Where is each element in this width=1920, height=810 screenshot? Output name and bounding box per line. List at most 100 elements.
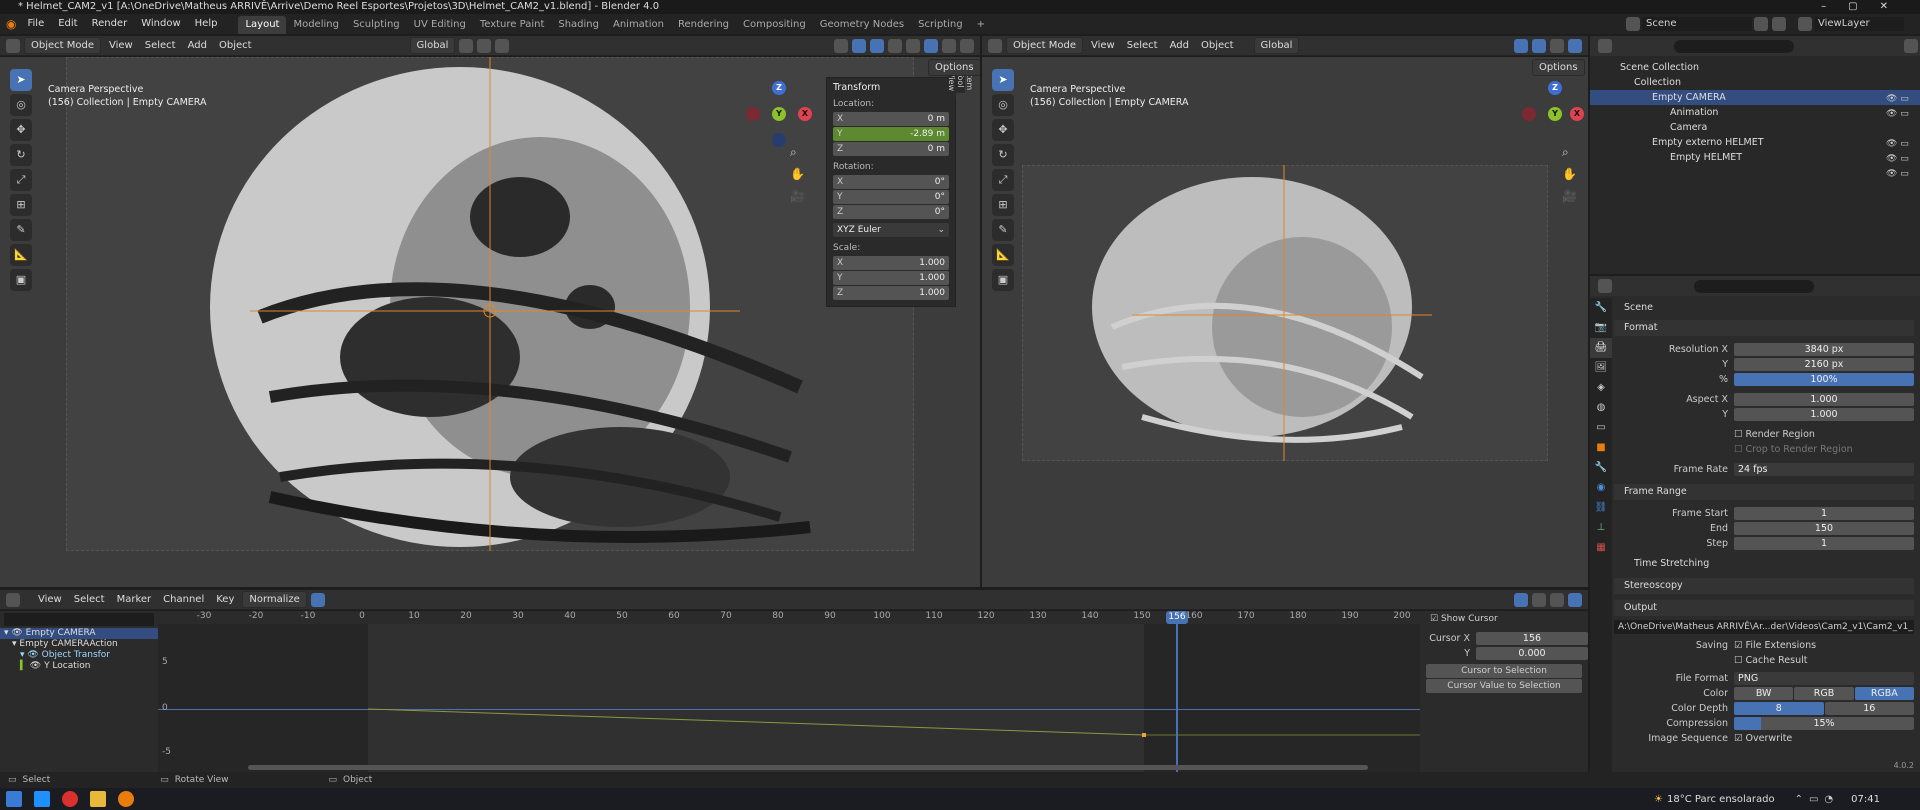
right-transform-tool-icon[interactable]: ⊞ bbox=[992, 194, 1014, 216]
right-gizmo-z-icon[interactable]: Z bbox=[1548, 81, 1562, 95]
output-panel-header[interactable]: Output bbox=[1614, 600, 1914, 616]
current-frame-indicator[interactable]: 156 bbox=[1166, 611, 1188, 624]
playhead-line[interactable] bbox=[1176, 624, 1178, 772]
right-3d-viewport[interactable]: ➤ ◎ ✥ ↻ ⤢ ⊞ ✎ 📐 ▣ Camera Perspective (15… bbox=[982, 57, 1588, 587]
aspect-y-field[interactable]: 1.000 bbox=[1734, 407, 1914, 421]
location-z-field[interactable]: Z0 m bbox=[833, 142, 949, 156]
left-nav-gizmo[interactable]: Z Y X bbox=[746, 81, 812, 147]
aspect-x-field[interactable]: 1.000 bbox=[1734, 392, 1914, 406]
tab-shading[interactable]: Shading bbox=[551, 16, 606, 34]
tab-rendering[interactable]: Rendering bbox=[671, 16, 736, 34]
right-add-cube-tool-icon[interactable]: ▣ bbox=[992, 269, 1014, 291]
output-path-field[interactable]: A:\OneDrive\Matheus ARRIVÊ\Ar...der\Vide… bbox=[1614, 620, 1914, 634]
tray-icons[interactable]: ⌃▭◔ bbox=[1795, 794, 1840, 805]
tab-texture-paint[interactable]: Texture Paint bbox=[473, 16, 552, 34]
physics-tab-icon[interactable]: ◉ bbox=[1590, 478, 1612, 498]
dopesheet-editor-icon[interactable] bbox=[6, 592, 20, 607]
keyframe-point[interactable] bbox=[1142, 733, 1146, 737]
show-hidden-icon[interactable] bbox=[1532, 592, 1546, 607]
eye-icon[interactable]: 👁 ▭ bbox=[1886, 167, 1914, 182]
left-orientation-dropdown[interactable]: Global bbox=[409, 37, 456, 54]
file-explorer-icon[interactable] bbox=[90, 791, 106, 807]
properties-search-input[interactable] bbox=[1694, 279, 1814, 293]
cursor-to-selection-button[interactable]: Cursor to Selection bbox=[1426, 664, 1582, 678]
eye-icon[interactable]: 👁 ▭ bbox=[1886, 152, 1914, 167]
show-cursor-checkbox[interactable]: ☑ Show Cursor bbox=[1420, 611, 1588, 627]
frame-end-field[interactable]: 150 bbox=[1734, 521, 1914, 535]
right-options-button[interactable]: Options bbox=[1532, 59, 1585, 76]
right-editor-type-icon[interactable] bbox=[988, 38, 1002, 53]
graph-area[interactable]: -30 -20 -10 0 10 20 30 40 50 60 70 80 90… bbox=[158, 611, 1420, 772]
left-3d-viewport[interactable]: ➤ ◎ ✥ ↻ ⤢ ⊞ ✎ 📐 ▣ Camera Perspective (15… bbox=[0, 57, 980, 587]
collection-tab-icon[interactable]: ▭ bbox=[1590, 418, 1612, 438]
window-controls[interactable]: –▢✕ bbox=[1821, 0, 1910, 14]
tab-modeling[interactable]: Modeling bbox=[286, 16, 346, 34]
left-menu-select[interactable]: Select bbox=[139, 40, 182, 51]
right-shading-solid-icon[interactable] bbox=[1568, 38, 1582, 53]
rotation-x-field[interactable]: X 0° bbox=[833, 175, 949, 189]
only-selected-icon[interactable] bbox=[1514, 592, 1528, 607]
data-tab-icon[interactable]: ⊥ bbox=[1590, 518, 1612, 538]
tab-compositing[interactable]: Compositing bbox=[736, 16, 813, 34]
right-shading-wire-icon[interactable] bbox=[1550, 38, 1564, 53]
location-x-field[interactable]: X0 m bbox=[833, 112, 949, 126]
modifier-tab-icon[interactable]: 🔧 bbox=[1590, 458, 1612, 478]
viewlayer-name[interactable]: ViewLayer bbox=[1814, 17, 1904, 31]
resolution-x-field[interactable]: 3840 px bbox=[1734, 342, 1914, 356]
filter-icon[interactable] bbox=[1904, 39, 1918, 53]
outliner-editor-icon[interactable] bbox=[1598, 39, 1612, 53]
right-gizmo-toggle-icon[interactable] bbox=[1514, 38, 1528, 53]
channel-object-transform[interactable]: ▾ 👁 Object Transfor bbox=[0, 650, 158, 661]
view-layer-tab-icon[interactable]: 🖼 bbox=[1590, 358, 1612, 378]
channel-empty-camera[interactable]: ▾ 👁 Empty CAMERA bbox=[0, 628, 158, 639]
outliner-row-empty-helmet[interactable]: Empty HELMET bbox=[1590, 150, 1920, 165]
shading-material-icon[interactable] bbox=[942, 38, 956, 53]
gizmo-y-icon[interactable]: Y bbox=[772, 107, 786, 121]
scale-tool-icon[interactable]: ⤢ bbox=[10, 169, 32, 191]
gizmo-neg-x-icon[interactable] bbox=[746, 107, 760, 121]
snap-dope-icon[interactable] bbox=[1568, 592, 1582, 607]
right-select-tool-icon[interactable]: ➤ bbox=[992, 69, 1014, 91]
right-mode-dropdown[interactable]: Object Mode bbox=[1006, 37, 1083, 54]
world-tab-icon[interactable]: ◍ bbox=[1590, 398, 1612, 418]
outliner-row-scene-collection[interactable]: Scene Collection bbox=[1590, 60, 1920, 75]
scale-y-field[interactable]: Y 1.000 bbox=[833, 271, 949, 285]
xray-icon[interactable] bbox=[888, 38, 902, 53]
outliner-row-empty-externo-helmet[interactable]: Empty externo HELMET bbox=[1590, 135, 1920, 150]
resolution-y-field[interactable]: 2160 px bbox=[1734, 357, 1914, 371]
measure-tool-icon[interactable]: 📐 bbox=[10, 244, 32, 266]
blender-logo-icon[interactable]: ◉ bbox=[6, 17, 16, 31]
right-nav-gizmo[interactable]: Z Y X bbox=[1522, 81, 1588, 147]
frame-step-field[interactable]: 1 bbox=[1734, 536, 1914, 550]
gizmo-neg-z-icon[interactable] bbox=[772, 133, 786, 147]
tool-tab-icon[interactable]: 🔧 bbox=[1590, 298, 1612, 318]
eye-icon[interactable]: 👁 ▭ bbox=[1886, 137, 1914, 152]
scene-delete-icon[interactable] bbox=[1772, 17, 1786, 31]
rotation-mode-dropdown[interactable]: XYZ Euler ⌄ bbox=[833, 223, 949, 237]
right-cursor-tool-icon[interactable]: ◎ bbox=[992, 94, 1014, 116]
output-tab-icon[interactable]: 🖨 bbox=[1590, 338, 1612, 358]
right-rotate-tool-icon[interactable]: ↻ bbox=[992, 144, 1014, 166]
left-mode-dropdown[interactable]: Object Mode bbox=[24, 37, 101, 54]
right-pan-hand-icon[interactable]: ✋ bbox=[1562, 167, 1580, 189]
right-gizmo-y-icon[interactable]: Y bbox=[1548, 107, 1562, 121]
tab-uv-editing[interactable]: UV Editing bbox=[407, 16, 473, 34]
snap-icon[interactable] bbox=[477, 38, 492, 53]
channel-action[interactable]: ▾ Empty CAMERAAction bbox=[0, 639, 158, 650]
shading-wire-icon[interactable] bbox=[906, 38, 920, 53]
dope-menu-key[interactable]: Key bbox=[210, 594, 240, 605]
eye-icon[interactable]: 👁 ▭ bbox=[1886, 107, 1914, 122]
gizmo-toggle-icon[interactable] bbox=[852, 38, 866, 53]
color-depth-8-button[interactable]: 8 bbox=[1734, 701, 1824, 715]
compression-slider[interactable]: 15% bbox=[1734, 716, 1914, 730]
left-options-button[interactable]: Options bbox=[928, 59, 980, 76]
outliner-row-empty-camera[interactable]: Empty CAMERA bbox=[1590, 90, 1920, 105]
overlay-toggle-icon[interactable] bbox=[870, 38, 884, 53]
outliner-row-camera[interactable]: Camera bbox=[1590, 120, 1920, 135]
stereoscopy-panel[interactable]: Stereoscopy bbox=[1614, 578, 1914, 594]
right-gizmo-x-icon[interactable]: X bbox=[1570, 107, 1584, 121]
normalize-toggle[interactable]: Normalize bbox=[242, 591, 307, 608]
location-y-field[interactable]: Y -2.89 m bbox=[833, 127, 949, 141]
dope-menu-channel[interactable]: Channel bbox=[157, 594, 210, 605]
start-icon[interactable] bbox=[6, 791, 22, 807]
